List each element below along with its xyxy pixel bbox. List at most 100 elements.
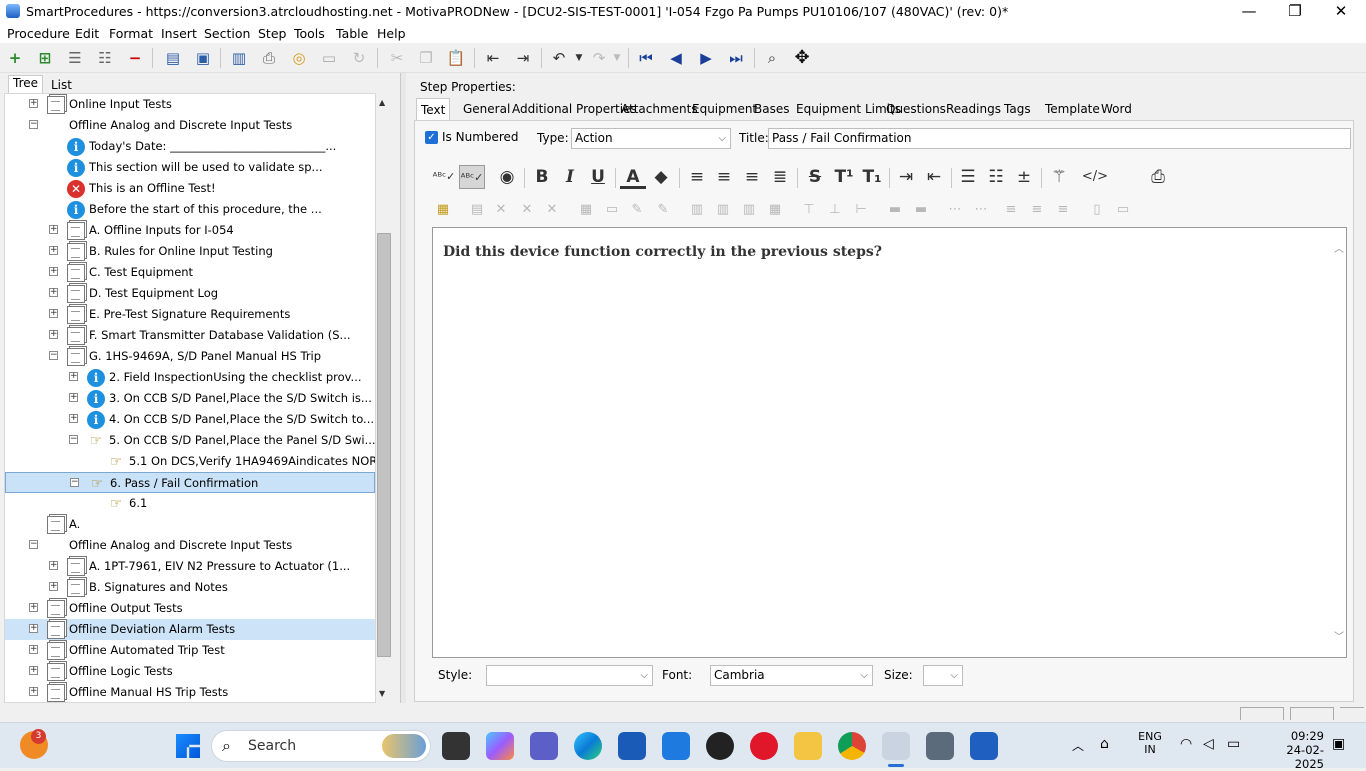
align-right-icon[interactable]: ≡ (739, 165, 765, 189)
step-text-editor[interactable]: Did this device function correctly in th… (432, 227, 1347, 658)
minimize-button[interactable]: — (1226, 0, 1272, 23)
table-borders2-icon[interactable]: ⋯ (970, 200, 992, 220)
table-cell-icon[interactable]: ▭ (601, 200, 623, 220)
table-pencil-icon[interactable]: ✎ (626, 200, 648, 220)
table-delete-row-icon[interactable]: ✕ (541, 200, 563, 220)
menu-procedure[interactable]: Procedure (7, 26, 70, 41)
expand-icon[interactable]: + (29, 645, 38, 654)
tab-word[interactable]: Word (1097, 98, 1136, 120)
tree-node[interactable]: A. (5, 514, 375, 535)
paste-icon[interactable]: 📋 (445, 47, 467, 69)
remove-icon[interactable]: − (124, 47, 146, 69)
tab-tags[interactable]: Tags (1000, 98, 1035, 120)
start-icon[interactable] (176, 734, 200, 758)
superscript-icon[interactable]: T¹ (831, 165, 857, 189)
edge-icon[interactable] (574, 732, 602, 760)
tree-node[interactable]: + i 4. On CCB S/D Panel,Place the S/D Swit… (5, 409, 375, 430)
expand-icon[interactable]: + (69, 414, 78, 423)
last-icon[interactable]: ⏭ (725, 47, 747, 69)
resize-grip-icon[interactable] (1340, 707, 1364, 720)
tree-node[interactable]: − ☞ 6. Pass / Fail Confirmation (5, 472, 375, 493)
tree-node[interactable]: ☞ 6.1 (5, 493, 375, 514)
next-icon[interactable]: ▶ (695, 47, 717, 69)
expand-icon[interactable]: + (49, 309, 58, 318)
opera-icon[interactable] (750, 732, 778, 760)
deploy-icon[interactable]: ▥ (228, 47, 250, 69)
expand-icon[interactable]: + (49, 246, 58, 255)
indent-icon[interactable]: ⇥ (893, 165, 919, 189)
collapse-icon[interactable]: − (70, 478, 79, 487)
expand-icon[interactable]: + (29, 687, 38, 696)
table-col-left-icon[interactable]: ▥ (686, 200, 708, 220)
tree-node[interactable]: ✕ This is an Offline Test! (5, 178, 375, 199)
tree-node[interactable]: + A. Offline Inputs for I-054 (5, 220, 375, 241)
file-explorer-icon[interactable] (794, 732, 822, 760)
tree-node[interactable]: + Offline Automated Trip Test (5, 640, 375, 661)
collapse-icon[interactable]: − (49, 351, 58, 360)
outdent-doc-icon[interactable]: ☰ (64, 47, 86, 69)
tree-node[interactable]: + Offline Manual HS Trip Tests (5, 682, 375, 702)
table-align-right-icon[interactable]: ≡ (1052, 200, 1074, 220)
close-button[interactable]: ✕ (1318, 0, 1364, 23)
expand-icon[interactable]: + (29, 99, 38, 108)
volume-icon[interactable]: ◁ (1203, 736, 1214, 752)
move-icon[interactable]: ✥ (791, 47, 813, 69)
notifications-icon[interactable]: ▣ (1332, 736, 1345, 752)
word-icon[interactable] (970, 732, 998, 760)
tree-node[interactable]: + B. Rules for Online Input Testing (5, 241, 375, 262)
menu-insert[interactable]: Insert (161, 26, 197, 41)
add-icon[interactable]: + (4, 47, 26, 69)
first-icon[interactable]: ⏮ (635, 47, 657, 69)
chevron-up-icon[interactable]: ︿ (1072, 737, 1084, 754)
font-color-icon[interactable]: A (620, 165, 646, 189)
tree-node[interactable]: + B. Signatures and Notes (5, 577, 375, 598)
numbering-icon[interactable]: ☷ (983, 165, 1009, 189)
expand-icon[interactable]: + (49, 267, 58, 276)
table-align-center-icon[interactable]: ≡ (1026, 200, 1048, 220)
copy-icon[interactable]: ❐ (415, 47, 437, 69)
app-arrow-icon[interactable] (662, 732, 690, 760)
code-icon[interactable]: </> (1080, 165, 1110, 189)
teams-icon[interactable] (530, 732, 558, 760)
tab-template[interactable]: Template (1041, 98, 1104, 120)
highlight-icon[interactable]: ◆ (648, 165, 674, 189)
collapse-icon[interactable]: − (29, 540, 38, 549)
expand-icon[interactable]: + (29, 666, 38, 675)
bold-icon[interactable]: B (529, 165, 555, 189)
tree-node[interactable]: + Online Input Tests (5, 94, 375, 115)
spellcheck-icon[interactable]: ᴬᴮᶜ✓ (431, 165, 457, 189)
chrome-icon[interactable] (838, 732, 866, 760)
language-indicator[interactable]: ENG IN (1137, 730, 1163, 756)
tab-questions[interactable]: Questions (882, 98, 950, 120)
chevron-up-icon[interactable]: ︿ (1334, 240, 1344, 255)
menu-step[interactable]: Step (258, 26, 286, 41)
table-row-above-icon[interactable]: ⊤ (798, 200, 820, 220)
menu-help[interactable]: Help (377, 26, 406, 41)
tree-scroll-thumb[interactable] (377, 233, 391, 657)
tree-node[interactable]: + Offline Deviation Alarm Tests (5, 619, 375, 640)
expand-icon[interactable]: + (49, 225, 58, 234)
table-split-cells-icon[interactable]: ▬ (910, 200, 932, 220)
table-borders-icon[interactable]: ⋯ (944, 200, 966, 220)
indent-doc-icon[interactable]: ☷ (94, 47, 116, 69)
is-numbered-checkbox[interactable]: ✓ (425, 131, 438, 144)
find-icon[interactable]: ⌕ (761, 47, 783, 69)
pane-splitter[interactable] (400, 73, 406, 703)
table-align-left-icon[interactable]: ≡ (1000, 200, 1022, 220)
accessibility-icon[interactable]: ◉ (494, 165, 520, 189)
move-left-icon[interactable]: ⇤ (482, 47, 504, 69)
table-delete-col-icon[interactable]: ✕ (516, 200, 538, 220)
print-icon[interactable]: ⎙ (1145, 165, 1171, 189)
magic-icon[interactable]: ⚚ (1046, 165, 1072, 189)
tree-node[interactable]: + F. Smart Transmitter Database Validatio… (5, 325, 375, 346)
procedure-tree[interactable]: + Online Input Tests − Offline Analog and D… (4, 93, 376, 703)
move-right-icon[interactable]: ⇥ (512, 47, 534, 69)
collapse-icon[interactable]: − (69, 435, 78, 444)
smartprocedures-icon[interactable] (882, 732, 910, 760)
table-split-icon[interactable]: ✕ (490, 200, 512, 220)
tree-node[interactable]: i Today's Date: _________________________… (5, 136, 375, 157)
bullets-icon[interactable]: ☰ (955, 165, 981, 189)
open-icon[interactable]: ▤ (162, 47, 184, 69)
tree-node[interactable]: + i 2. Field InspectionUsing the checklist… (5, 367, 375, 388)
table-eraser-icon[interactable]: ✎ (652, 200, 674, 220)
